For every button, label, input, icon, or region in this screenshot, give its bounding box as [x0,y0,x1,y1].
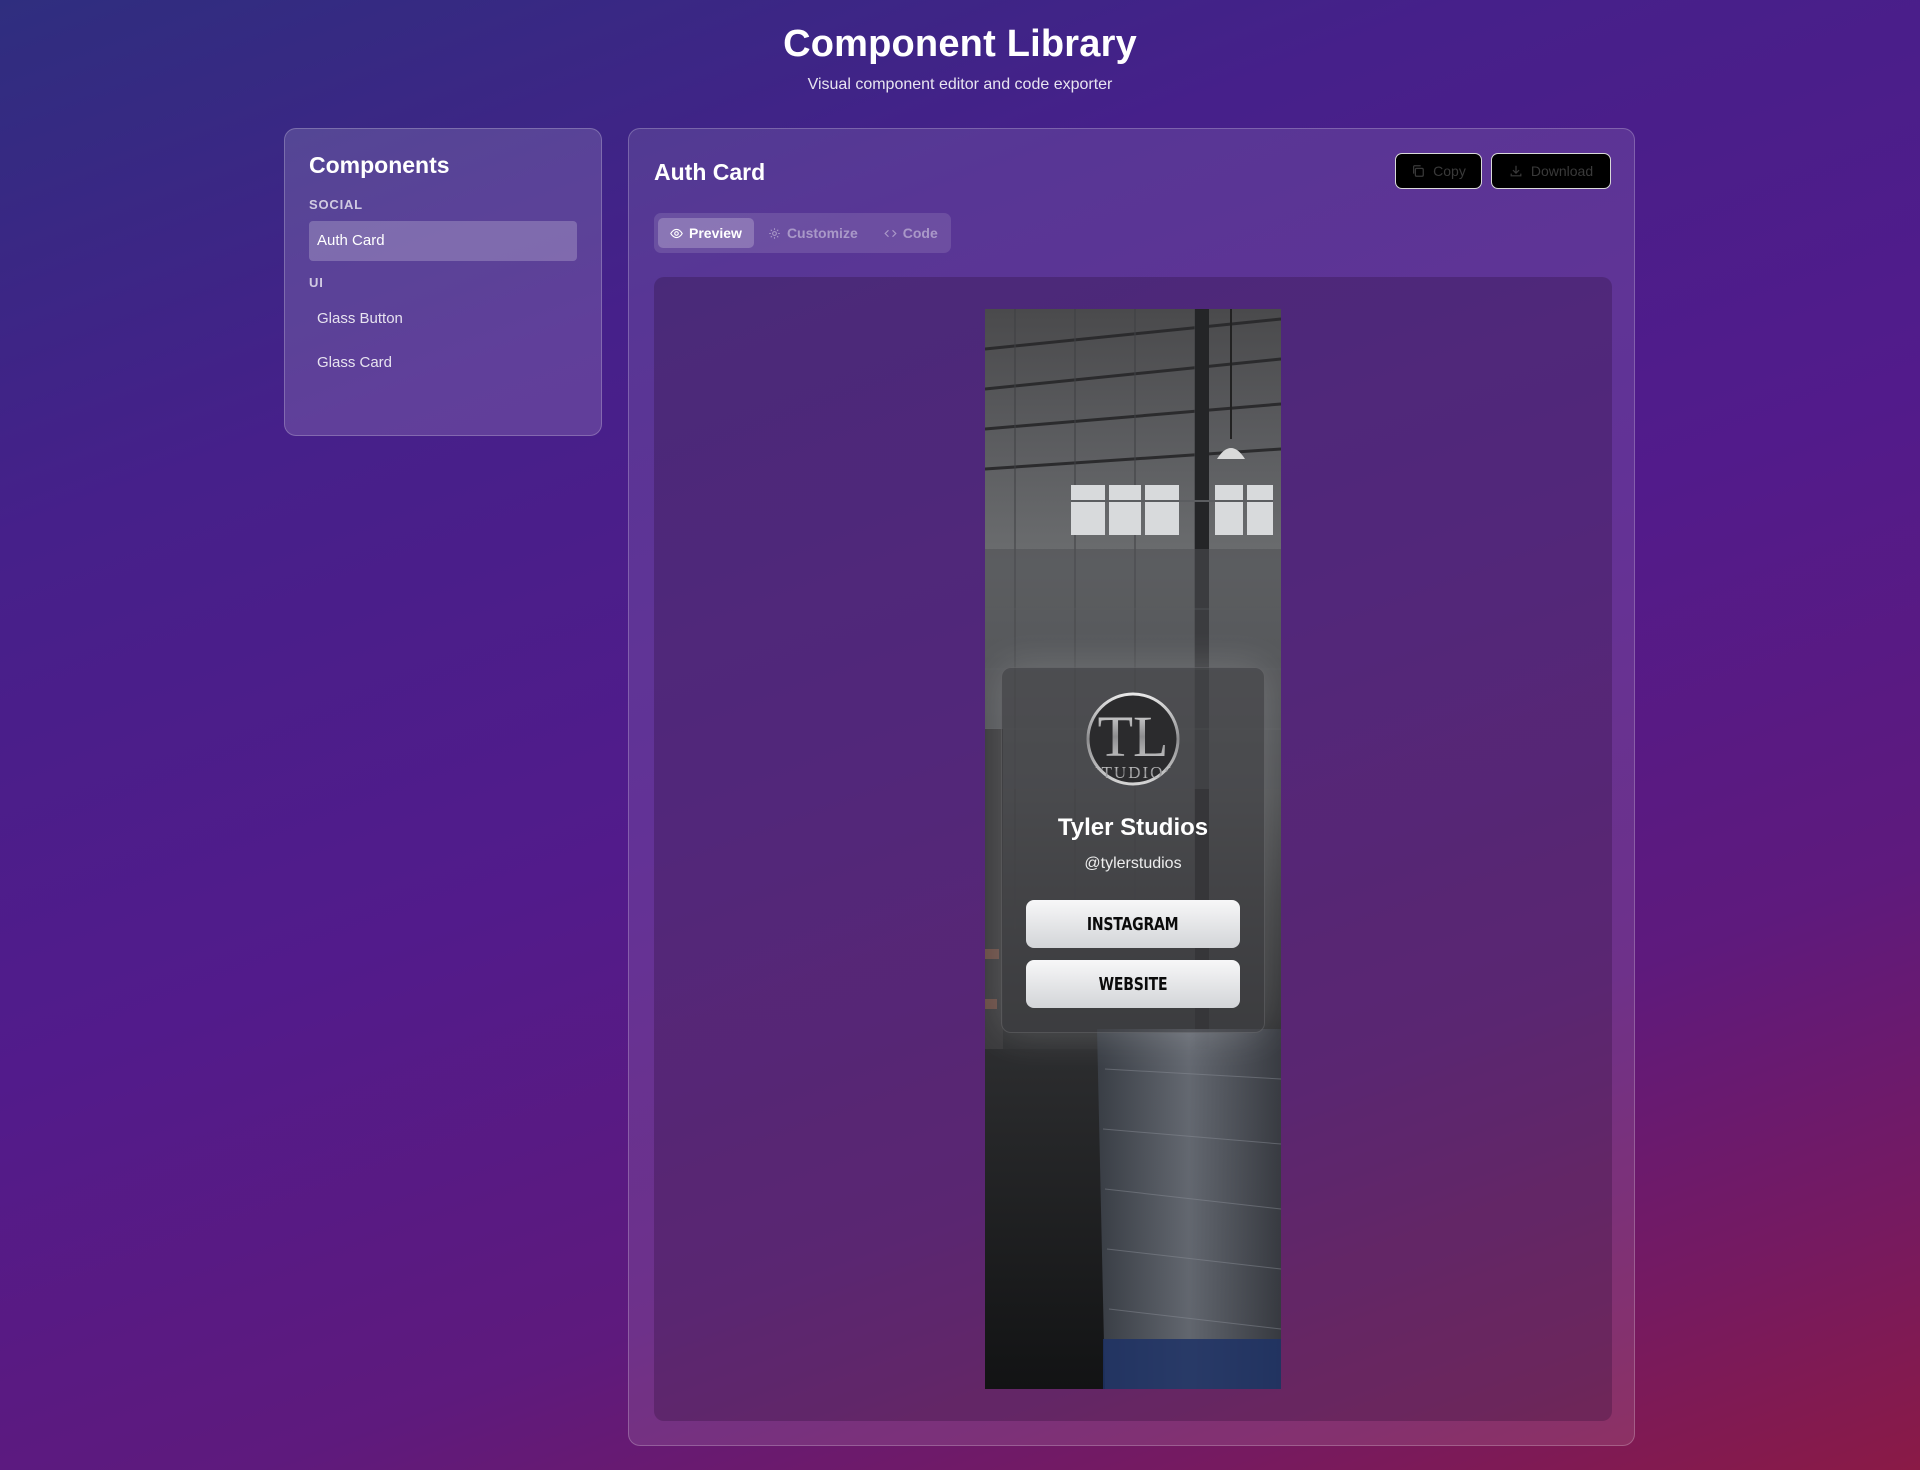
page-header: Component Library Visual component edito… [0,20,1920,94]
eye-icon [670,228,683,238]
download-button-label: Download [1530,163,1594,179]
preview-area: TL STUDIOS Tyler Studios @tylerstudios I… [654,277,1612,1421]
page-title: Component Library [783,23,1137,65]
group-label-social: SOCIAL [309,197,363,212]
page-subtitle: Visual component editor and code exporte… [807,76,1113,93]
profile-handle: @tylerstudios [1084,855,1182,872]
sidebar-item-glass-card[interactable]: Glass Card [309,343,577,383]
tab-customize[interactable]: Customize [756,218,870,248]
sidebar-item-auth-card[interactable]: Auth Card [309,221,577,261]
sidebar-item-glass-button[interactable]: Glass Button [309,299,577,339]
auth-card-preview-frame: TL STUDIOS Tyler Studios @tylerstudios I… [985,309,1281,1389]
components-sidebar: Components SOCIAL Auth Card UI Glass But… [284,128,602,436]
tab-code[interactable]: Code [872,218,950,248]
copy-button[interactable]: Copy [1395,153,1482,189]
download-icon [1510,165,1522,177]
view-tabs: Preview Customize Code [654,213,951,253]
logo-text-studios: STUDIOS [1090,763,1176,782]
instagram-link-button[interactable]: INSTAGRAM [1026,900,1240,948]
gear-icon [769,227,780,239]
tl-studios-logo: TL STUDIOS [1086,692,1180,786]
main-panel: Auth Card Copy Download Preview Customiz… [628,128,1635,1446]
profile-name: Tyler Studios [1057,814,1209,841]
copy-icon [1413,165,1425,177]
code-icon [884,229,897,237]
logo-text-tl: TL [1098,704,1169,769]
website-link-label: WEBSITE [1098,973,1168,995]
component-title: Auth Card [654,159,766,185]
tab-customize-label: Customize [786,225,858,241]
tab-preview-label: Preview [689,225,742,241]
instagram-link-label: INSTAGRAM [1087,913,1179,935]
tab-preview[interactable]: Preview [658,218,754,248]
group-label-ui: UI [309,275,324,290]
auth-card: TL STUDIOS Tyler Studios @tylerstudios I… [1001,667,1265,1033]
copy-button-label: Copy [1433,163,1466,179]
sidebar-title: Components [309,152,450,178]
download-button[interactable]: Download [1491,153,1611,189]
website-link-button[interactable]: WEBSITE [1026,960,1240,1008]
tab-code-label: Code [902,225,938,241]
